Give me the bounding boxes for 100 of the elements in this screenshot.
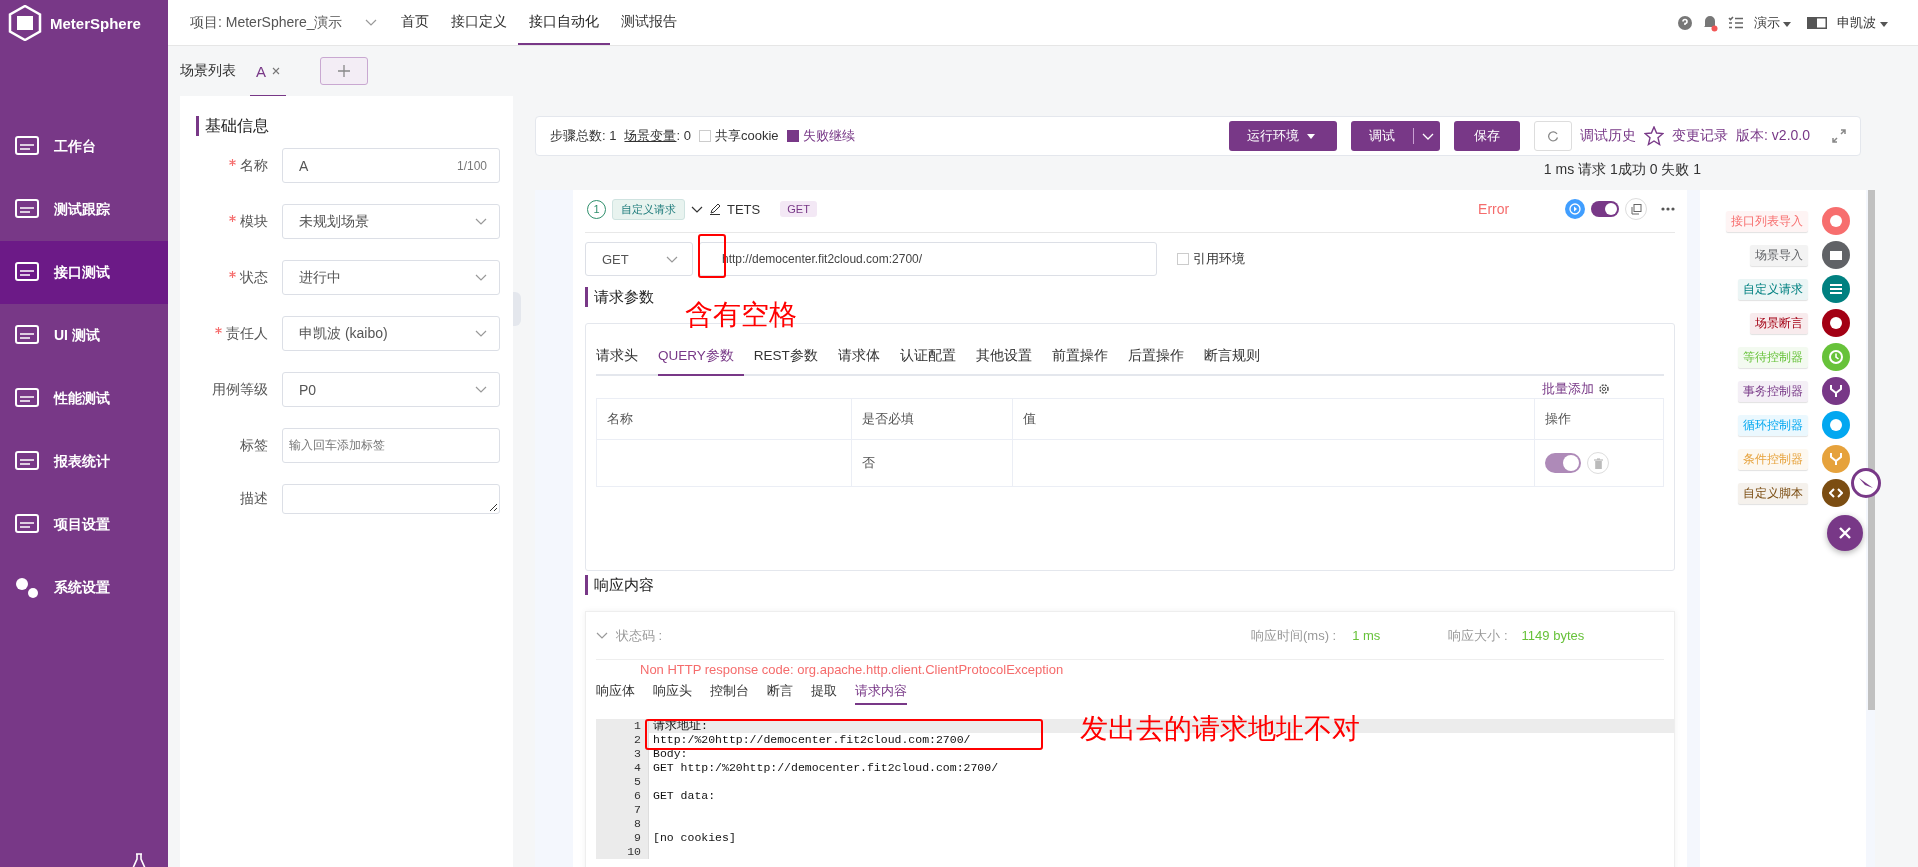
response-tab[interactable]: 响应体: [596, 679, 635, 705]
response-tab[interactable]: 提取: [811, 679, 837, 705]
request-tab[interactable]: 认证配置: [899, 340, 966, 376]
language-icon[interactable]: [1807, 16, 1828, 29]
request-tab[interactable]: 请求头: [596, 340, 648, 376]
enable-switch[interactable]: [1591, 201, 1620, 217]
method-tag: GET: [780, 201, 817, 217]
code-line: [no cookies]: [652, 831, 736, 845]
debug-button[interactable]: 调试: [1351, 121, 1441, 151]
logo-text: MeterSphere: [50, 14, 141, 32]
close-icon[interactable]: [272, 67, 280, 75]
nav-tab[interactable]: 接口自动化: [518, 0, 610, 45]
project-selector[interactable]: 项目: MeterSphere_演示: [190, 13, 390, 32]
request-tab[interactable]: 断言规则: [1203, 340, 1270, 376]
compass-button[interactable]: [1851, 468, 1882, 498]
use-environment-checkbox[interactable]: 引用环境: [1177, 250, 1245, 268]
error-message: Non HTTP response code: org.apache.http.client.ClientProtocolException: [639, 662, 1065, 678]
field-label: 状态: [180, 268, 282, 287]
flask-icon[interactable]: [132, 853, 146, 867]
sidebar-item[interactable]: 系统设置: [0, 556, 168, 619]
add-step-label[interactable]: 场景断言: [1750, 312, 1809, 334]
list-icon[interactable]: [1727, 15, 1744, 30]
close-button[interactable]: [1827, 515, 1864, 551]
settings-icon[interactable]: [1598, 383, 1611, 395]
request-tab[interactable]: 前置操作: [1051, 340, 1118, 376]
request-tab[interactable]: 请求体: [837, 340, 890, 376]
request-tab[interactable]: 其他设置: [975, 340, 1042, 376]
help-icon[interactable]: [1677, 15, 1692, 30]
tag-input[interactable]: 输入回车添加标签: [282, 428, 500, 463]
run-summary: 1 ms 请求 1成功 0 失败 1: [1542, 160, 1702, 178]
star-icon[interactable]: [1644, 126, 1665, 146]
change-log-link[interactable]: 变更记录: [1672, 127, 1729, 145]
chevron-down-icon: [475, 330, 487, 337]
add-step-label[interactable]: 自定义请求: [1738, 278, 1809, 300]
debug-history-link[interactable]: 调试历史: [1580, 127, 1637, 145]
request-tab[interactable]: REST参数: [753, 340, 828, 376]
add-step-button[interactable]: [1822, 479, 1851, 507]
continue-on-fail-checkbox[interactable]: 失败继续: [786, 127, 855, 145]
status-code-label: 状态码 :: [616, 626, 663, 645]
column-header: 名称: [596, 398, 852, 440]
nav-tab[interactable]: 接口定义: [440, 0, 518, 45]
sidebar-item[interactable]: 项目设置: [0, 493, 168, 556]
add-step-button[interactable]: [1822, 275, 1851, 303]
chevron-down-icon[interactable]: [691, 205, 703, 213]
response-tab[interactable]: 断言: [767, 679, 793, 705]
line-number: 3: [596, 747, 649, 761]
response-size: 1149 bytes: [1521, 628, 1585, 643]
scenario-variables[interactable]: 场景变量: 0: [624, 127, 691, 145]
response-tab[interactable]: 请求内容: [855, 679, 907, 705]
add-step-button[interactable]: [1822, 241, 1851, 269]
step-count: 步骤总数: 1: [550, 127, 617, 145]
user-dropdown[interactable]: 申凯波: [1837, 13, 1888, 32]
scrollbar[interactable]: [1868, 190, 1875, 710]
add-step-button[interactable]: [1822, 309, 1851, 337]
sidebar-item[interactable]: 测试跟踪: [0, 178, 168, 241]
name-field[interactable]: A 1/100: [282, 148, 500, 183]
select-field[interactable]: 进行中: [282, 260, 500, 295]
sidebar-item[interactable]: UI 测试: [0, 304, 168, 367]
nav-tab[interactable]: 首页: [390, 0, 440, 45]
request-tab[interactable]: 后置操作: [1127, 340, 1194, 376]
select-field[interactable]: 未规划场景: [282, 204, 500, 239]
add-step-label[interactable]: 事务控制器: [1738, 380, 1809, 402]
pencil-icon[interactable]: [709, 203, 721, 215]
line-number: 9: [596, 831, 649, 845]
step-name: TETS: [727, 201, 761, 217]
annotation-text: 发出去的请求地址不对: [1080, 712, 1360, 746]
collapse-handle[interactable]: [513, 292, 521, 326]
fullscreen-icon[interactable]: [1832, 129, 1846, 143]
select-field[interactable]: P0: [282, 372, 500, 407]
request-tab[interactable]: QUERY参数: [658, 340, 744, 376]
share-cookie-checkbox[interactable]: 共享cookie: [698, 127, 779, 145]
response-tab[interactable]: 控制台: [710, 679, 749, 705]
run-button[interactable]: [1565, 199, 1586, 219]
sidebar-item[interactable]: 报表统计: [0, 430, 168, 493]
workspace-dropdown[interactable]: 演示: [1753, 13, 1792, 32]
nav-tab[interactable]: 测试报告: [610, 0, 688, 45]
description-field[interactable]: [282, 484, 500, 514]
line-number: 6: [596, 789, 649, 803]
sidebar-item[interactable]: 性能测试: [0, 367, 168, 430]
sidebar-item[interactable]: 工作台: [0, 115, 168, 178]
environment-button[interactable]: 运行环境: [1229, 121, 1338, 151]
method-select[interactable]: GET: [585, 242, 693, 276]
add-step-button[interactable]: [1822, 377, 1851, 405]
code-line: GET http:/%20http://democenter.fit2cloud.com:2700/: [652, 761, 999, 775]
copy-button[interactable]: [1625, 198, 1648, 220]
batch-add-link[interactable]: 批量添加: [1542, 380, 1595, 398]
line-number: 10: [596, 845, 649, 859]
response-tab[interactable]: 响应头: [653, 679, 692, 705]
add-step-label[interactable]: 自定义脚本: [1738, 482, 1809, 504]
more-icon[interactable]: [1661, 207, 1676, 211]
required-icon: [229, 270, 236, 278]
save-button[interactable]: 保存: [1454, 121, 1521, 151]
sidebar-item[interactable]: 接口测试: [0, 241, 168, 304]
plus-icon: [338, 65, 350, 77]
line-number: 8: [596, 817, 649, 831]
row-enable-switch[interactable]: [1545, 453, 1582, 473]
select-field[interactable]: 申凯波 (kaibo): [282, 316, 500, 351]
section-title: 响应内容: [585, 575, 1676, 595]
step-status: Error: [1478, 201, 1510, 217]
add-step-label[interactable]: 场景导入: [1750, 244, 1809, 266]
